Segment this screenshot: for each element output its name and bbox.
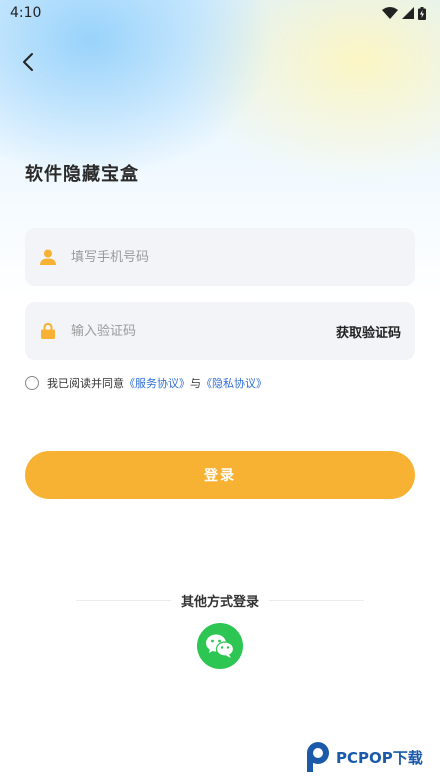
agreement-prefix: 我已阅读并同意	[47, 377, 124, 390]
signal-icon	[402, 7, 414, 19]
other-login-title: 其他方式登录	[181, 594, 260, 610]
agreement-conjunction: 与	[190, 377, 201, 390]
divider-line-left	[76, 599, 171, 601]
page-title: 软件隐藏宝盒	[25, 164, 139, 185]
agreement-checkbox[interactable]	[25, 376, 39, 390]
other-login-divider: 其他方式登录	[76, 591, 365, 610]
service-agreement-link[interactable]: 《服务协议》	[124, 375, 190, 391]
privacy-agreement-link[interactable]: 《隐私协议》	[201, 375, 267, 391]
status-icons	[382, 6, 426, 20]
divider-line-right	[269, 599, 365, 601]
battery-icon	[418, 6, 426, 20]
verification-code-field[interactable]: 获取验证码	[25, 302, 415, 360]
watermark-text: PCPOP下载	[336, 748, 423, 767]
wifi-icon	[382, 7, 398, 19]
watermark: PCPOP下载	[304, 741, 423, 773]
agreement-row: 我已阅读并同意 《服务协议》 与 《隐私协议》	[25, 375, 267, 391]
chevron-left-icon	[23, 53, 33, 71]
verification-code-input[interactable]	[71, 323, 336, 339]
wechat-icon	[206, 634, 235, 658]
phone-input[interactable]	[71, 249, 401, 265]
pcpop-logo-icon	[307, 742, 329, 772]
status-time: 4:10	[10, 5, 42, 21]
phone-field[interactable]	[25, 228, 415, 286]
back-button[interactable]	[14, 48, 42, 76]
status-bar: 4:10	[0, 0, 440, 26]
login-button[interactable]: 登录	[25, 451, 415, 499]
get-code-button[interactable]: 获取验证码	[336, 322, 401, 341]
lock-icon	[39, 322, 57, 340]
user-icon	[39, 248, 57, 266]
wechat-login-button[interactable]	[197, 623, 243, 669]
